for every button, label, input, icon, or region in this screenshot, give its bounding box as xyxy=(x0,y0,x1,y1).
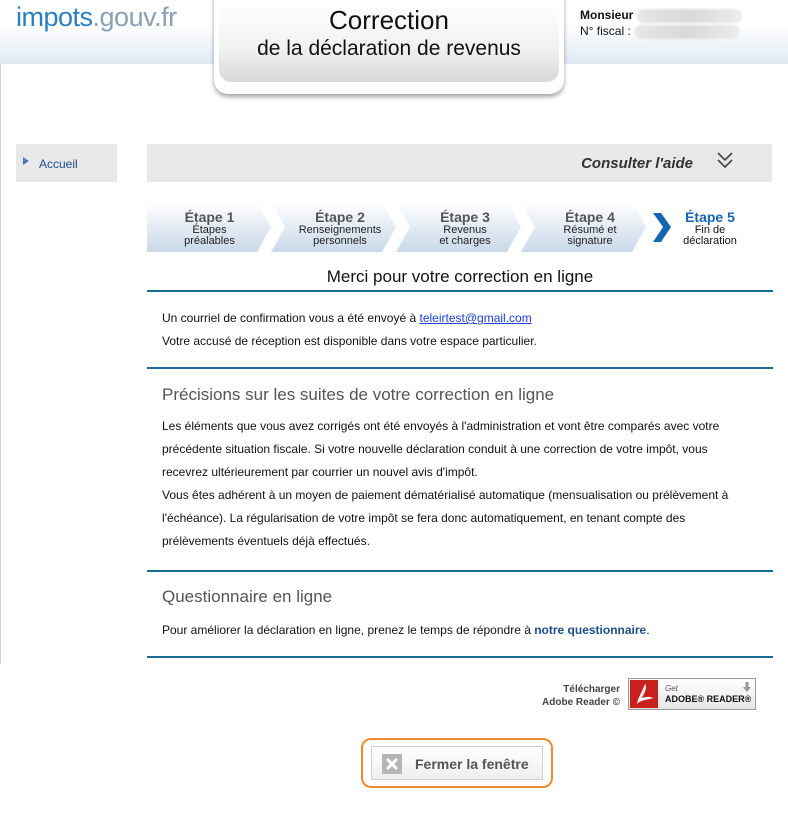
help-link[interactable]: Consulter l'aide xyxy=(581,155,693,172)
divider xyxy=(147,367,773,369)
fiscal-number-redacted xyxy=(634,24,740,39)
section-heading-survey: Questionnaire en ligne xyxy=(162,587,333,606)
details-line: Vous êtes adhérent à un moyen de paiemen… xyxy=(162,488,729,502)
step-5-active: Étape 5 Fin de déclaration xyxy=(647,202,772,252)
confirmation-email-text: Un courriel de confirmation vous a été e… xyxy=(162,311,532,325)
left-border xyxy=(0,64,1,664)
confirmation-prefix: Un courriel de confirmation vous a été e… xyxy=(162,311,420,325)
step-2: Étape 2 Renseignements personnels xyxy=(271,202,397,252)
page-title: Correction xyxy=(329,5,449,35)
step-desc-line2: personnels xyxy=(313,235,367,247)
section-heading-details: Précisions sur les suites de votre corre… xyxy=(162,385,555,404)
page-title-inner: Correction de la déclaration de revenus xyxy=(219,0,559,82)
fiscal-label: N° fiscal : xyxy=(580,24,631,38)
sidebar-item-label[interactable]: Accueil xyxy=(39,157,78,171)
step-number: Étape 4 xyxy=(565,209,615,225)
survey-text: Pour améliorer la déclaration en ligne, … xyxy=(162,623,650,637)
adobe-logo-icon xyxy=(630,680,658,708)
details-line: l'échéance). La régularisation de votre … xyxy=(162,511,686,525)
user-label: Monsieur xyxy=(580,8,634,22)
step-4: Étape 4 Résumé et signature xyxy=(521,202,647,252)
details-line: Les éléments que vous avez corrigés ont … xyxy=(162,419,720,433)
double-chevron-down-icon[interactable] xyxy=(716,150,734,170)
close-icon xyxy=(382,754,402,774)
step-desc-line2: préalables xyxy=(184,235,235,247)
get-adobe-reader-button[interactable]: Get ADOBE® READER® xyxy=(628,678,756,710)
step-1: Étape 1 Étapes préalables xyxy=(147,202,272,252)
step-number: Étape 2 xyxy=(315,209,365,225)
sidebar-item-home[interactable]: Accueil xyxy=(16,144,117,182)
triangle-right-icon xyxy=(23,157,29,165)
close-button-focus-ring: Fermer la fenêtre xyxy=(361,738,553,788)
user-name-redacted xyxy=(637,8,743,23)
step-desc-line2: déclaration xyxy=(683,235,737,247)
step-number: Étape 3 xyxy=(440,209,490,225)
logo-text-domain: .gouv.fr xyxy=(92,2,178,32)
details-line: recevrez ultérieurement par courrier un … xyxy=(162,465,478,479)
adobe-text-line2: Adobe Reader © xyxy=(542,697,620,708)
close-button-label: Fermer la fenêtre xyxy=(415,756,529,772)
site-logo[interactable]: impots.gouv.fr xyxy=(16,2,177,33)
details-line: précédente situation fiscale. Si votre n… xyxy=(162,442,708,456)
step-desc-line2: signature xyxy=(567,235,613,247)
help-bar[interactable]: Consulter l'aide xyxy=(147,144,772,182)
divider xyxy=(147,570,773,572)
chevron-right-icon xyxy=(653,213,671,242)
logo-text-main: impots xyxy=(16,2,93,32)
survey-suffix: . xyxy=(646,623,650,637)
step-3: Étape 3 Revenus et charges xyxy=(396,202,522,252)
page-subtitle: de la déclaration de revenus xyxy=(257,37,521,60)
page-title-box: Correction de la déclaration de revenus xyxy=(214,0,564,94)
badge-get-text: Get xyxy=(665,684,678,693)
badge-product-text: ADOBE® READER® xyxy=(665,694,752,704)
section-details-body: Les éléments que vous avez corrigés ont … xyxy=(162,415,762,553)
adobe-text-line1: Télécharger xyxy=(563,684,620,695)
user-info: Monsieur N° fiscal : xyxy=(580,7,743,39)
step-number: Étape 5 xyxy=(685,209,735,225)
divider xyxy=(147,656,773,658)
email-link[interactable]: teleirtest@gmail.com xyxy=(419,311,531,325)
divider xyxy=(147,290,773,292)
step-desc-line2: et charges xyxy=(439,235,491,247)
close-window-button[interactable]: Fermer la fenêtre xyxy=(371,746,543,780)
adobe-download-text: Télécharger Adobe Reader © xyxy=(532,683,620,709)
details-line: prélèvements éventuels déjà effectués. xyxy=(162,534,370,548)
confirmation-heading: Merci pour votre correction en ligne xyxy=(326,267,594,286)
survey-prefix: Pour améliorer la déclaration en ligne, … xyxy=(162,623,535,637)
step-number: Étape 1 xyxy=(184,209,235,225)
survey-link[interactable]: notre questionnaire xyxy=(534,623,646,637)
progress-steps: Étape 1 Étapes préalables Étape 2 Renseigne… xyxy=(147,202,772,252)
download-arrow-icon xyxy=(743,682,751,692)
receipt-text: Votre accusé de réception est disponible… xyxy=(162,334,537,348)
